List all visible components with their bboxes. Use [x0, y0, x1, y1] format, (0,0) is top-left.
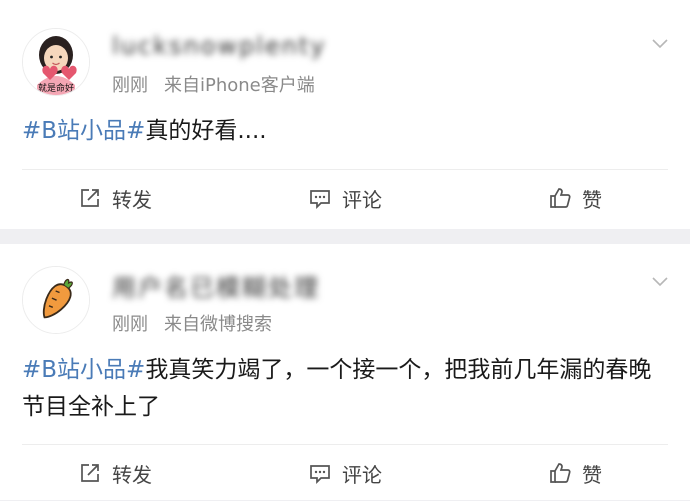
- comment-label: 评论: [342, 187, 382, 212]
- post-time: 刚刚: [112, 314, 148, 335]
- avatar[interactable]: 就是命好: [22, 28, 90, 96]
- post-card[interactable]: 就是命好 lucksnowplenty 刚刚 来自iPhone客户端 #B站小品…: [0, 0, 690, 229]
- repost-button[interactable]: 转发: [0, 170, 230, 226]
- repost-label: 转发: [112, 462, 152, 487]
- thumbs-up-icon: [550, 463, 571, 483]
- action-bar: 转发 评论 赞: [0, 170, 690, 226]
- comment-label: 评论: [342, 462, 382, 487]
- post-source: 来自微博搜索: [164, 314, 272, 335]
- post-text: #B站小品#真的好看....: [22, 113, 664, 150]
- chevron-down-icon[interactable]: [652, 274, 668, 290]
- post-time: 刚刚: [112, 75, 148, 96]
- comment-icon: [310, 190, 330, 210]
- chevron-down-icon[interactable]: [652, 36, 668, 52]
- avatar[interactable]: [22, 266, 90, 334]
- svg-text:就是命好: 就是命好: [38, 82, 74, 94]
- avatar-illustration: 就是命好: [23, 29, 89, 95]
- weibo-feed: 就是命好 lucksnowplenty 刚刚 来自iPhone客户端 #B站小品…: [0, 0, 690, 500]
- post-card[interactable]: 用户名已模糊处理 刚刚 来自微博搜索 #B站小品#我真笑力竭了，一个接一个，把我…: [0, 244, 690, 500]
- hashtag-link[interactable]: #B站小品#: [22, 118, 145, 144]
- repost-icon: [81, 189, 99, 207]
- carrot-avatar-icon: [23, 267, 89, 333]
- repost-button[interactable]: 转发: [0, 445, 230, 501]
- post-text-content: 真的好看....: [145, 118, 267, 144]
- comment-button[interactable]: 评论: [230, 170, 460, 226]
- post-meta: 刚刚 来自iPhone客户端: [112, 71, 315, 97]
- thumbs-up-icon: [550, 188, 571, 208]
- hashtag-link[interactable]: #B站小品#: [22, 357, 145, 383]
- like-button[interactable]: 赞: [460, 445, 690, 501]
- post-meta: 刚刚 来自微博搜索: [112, 310, 272, 336]
- comment-icon: [310, 465, 330, 485]
- repost-label: 转发: [112, 187, 152, 212]
- repost-icon: [81, 464, 99, 482]
- post-source: 来自iPhone客户端: [164, 75, 315, 96]
- post-text: #B站小品#我真笑力竭了，一个接一个，把我前几年漏的春晚节目全补上了: [22, 352, 664, 426]
- like-button[interactable]: 赞: [460, 170, 690, 226]
- action-bar: 转发 评论 赞: [0, 445, 690, 501]
- username[interactable]: lucksnowplenty: [112, 32, 327, 60]
- username[interactable]: 用户名已模糊处理: [112, 268, 320, 303]
- like-label: 赞: [582, 187, 602, 212]
- like-label: 赞: [582, 462, 602, 487]
- comment-button[interactable]: 评论: [230, 445, 460, 501]
